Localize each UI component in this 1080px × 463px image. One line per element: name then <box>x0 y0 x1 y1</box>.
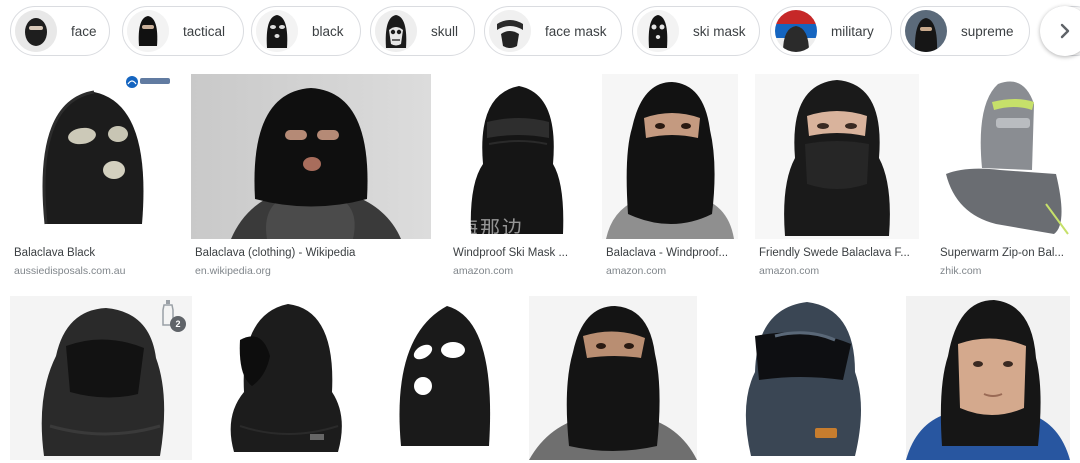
result-thumbnail <box>602 74 738 239</box>
chip-tactical[interactable]: tactical <box>122 6 244 56</box>
image-result[interactable]: Balaclava - Windproof... amazon.com <box>602 74 738 277</box>
chip-skull[interactable]: skull <box>370 6 475 56</box>
result-thumbnail <box>191 74 431 239</box>
image-result[interactable] <box>377 296 511 460</box>
result-thumbnail <box>10 74 174 239</box>
image-result[interactable]: Balaclava Black aussiedisposals.com.au <box>10 74 174 277</box>
face-mask-thumb-icon <box>15 10 57 52</box>
result-source: zhik.com <box>940 265 982 277</box>
image-result[interactable] <box>210 296 358 460</box>
result-thumbnail <box>529 296 697 460</box>
watermark: 海那边 <box>458 216 524 240</box>
item-count-badge: 2 <box>170 316 186 332</box>
chevron-right-icon <box>1060 23 1070 39</box>
result-title: Balaclava (clothing) - Wikipedia <box>195 247 356 259</box>
chip-label: black <box>312 23 344 39</box>
chip-black[interactable]: black <box>251 6 361 56</box>
image-result[interactable]: Friendly Swede Balaclava F... amazon.com <box>755 74 919 277</box>
skull-mask-thumb-icon <box>375 10 417 52</box>
image-result[interactable]: 2 <box>10 296 192 460</box>
result-source: en.wikipedia.org <box>195 265 271 277</box>
result-thumbnail <box>755 74 919 239</box>
black-balaclava-thumb-icon <box>256 10 298 52</box>
image-result[interactable] <box>529 296 697 460</box>
tactical-balaclava-thumb-icon <box>127 10 169 52</box>
result-source: amazon.com <box>606 265 667 277</box>
result-title: Windproof Ski Mask ... <box>453 247 569 259</box>
chip-face[interactable]: face <box>10 6 110 56</box>
image-result[interactable] <box>906 296 1070 460</box>
related-searches-bar: face tactical black skull face mask ski … <box>0 0 1080 68</box>
chip-label: military <box>831 23 874 39</box>
result-title: Superwarm Zip-on Bal... <box>940 247 1064 259</box>
chip-ski-mask[interactable]: ski mask <box>632 6 760 56</box>
image-result[interactable]: Superwarm Zip-on Bal... zhik.com <box>936 74 1070 277</box>
result-thumbnail <box>210 296 358 460</box>
result-title: Balaclava Black <box>14 247 96 259</box>
image-result[interactable]: Windproof Ski Mask ... amazon.com <box>449 74 585 277</box>
supreme-thumb-icon <box>905 10 947 52</box>
result-source: amazon.com <box>759 265 820 277</box>
ski-mask-thumb-icon <box>637 10 679 52</box>
result-thumbnail <box>936 74 1070 239</box>
chip-label: skull <box>431 23 459 39</box>
image-result[interactable] <box>715 296 887 460</box>
chip-label: face <box>71 23 97 39</box>
chip-label: supreme <box>961 23 1014 39</box>
image-result[interactable]: Balaclava (clothing) - Wikipedia en.wiki… <box>191 74 431 277</box>
chip-military[interactable]: military <box>770 6 892 56</box>
chip-label: tactical <box>183 23 226 39</box>
chip-label: ski mask <box>693 23 746 39</box>
military-thumb-icon <box>775 10 817 52</box>
result-source: aussiedisposals.com.au <box>14 265 126 277</box>
chip-label: face mask <box>545 23 607 39</box>
face-mask-thumb-icon <box>489 10 531 52</box>
result-source: amazon.com <box>453 265 514 277</box>
result-title: Friendly Swede Balaclava F... <box>759 247 910 259</box>
result-thumbnail <box>377 296 511 460</box>
chip-face-mask[interactable]: face mask <box>484 6 622 56</box>
chip-supreme[interactable]: supreme <box>900 6 1030 56</box>
result-title: Balaclava - Windproof... <box>606 247 729 259</box>
result-thumbnail <box>715 296 887 460</box>
result-thumbnail <box>906 296 1070 460</box>
